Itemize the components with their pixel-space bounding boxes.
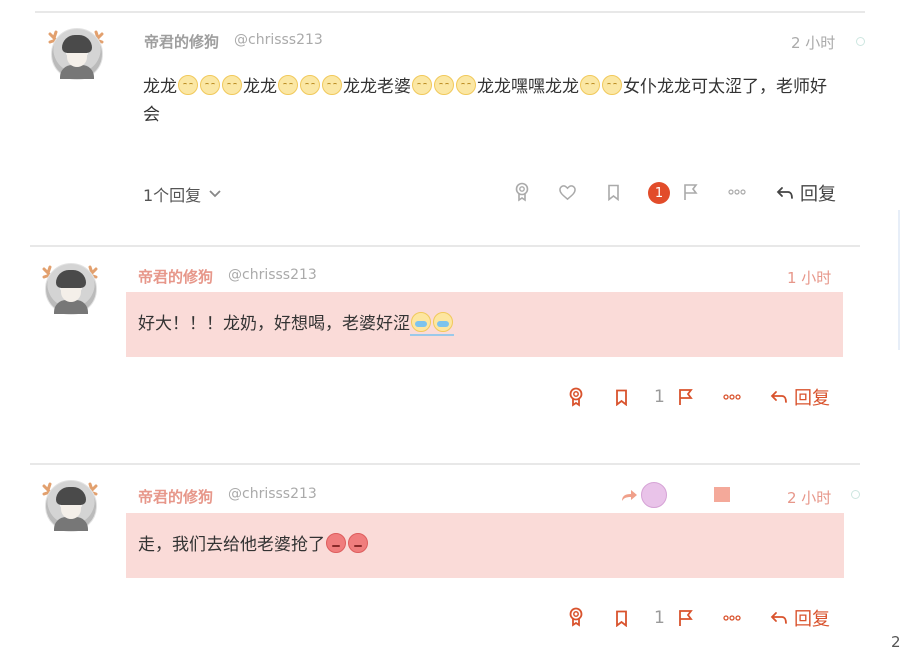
award-button[interactable] [566,606,586,628]
avatar[interactable] [45,263,97,315]
share-button[interactable] [620,486,638,504]
reply-button[interactable]: 回复 [776,180,836,206]
award-icon [515,182,529,202]
crying-emoji-icon [411,312,431,332]
username[interactable]: 帝君的修狗 [138,266,213,287]
reply-icon [770,391,787,403]
reply-icon [770,612,787,624]
flag-count: 1 [654,387,665,407]
smile-emoji-icon [602,75,622,95]
flag-icon [679,610,693,626]
flag-count: 1 [654,608,665,628]
flag-button[interactable] [681,181,701,203]
avatar[interactable] [45,480,97,532]
more-dots-icon [728,189,746,195]
bookmark-icon [615,389,627,406]
mini-avatar[interactable] [641,482,667,508]
more-dots-icon [723,394,741,400]
bookmark-icon [615,610,627,627]
user-handle[interactable]: @chrisss213 [228,486,317,502]
smile-emoji-icon [580,75,600,95]
status-dot [856,37,865,46]
smile-emoji-icon [200,75,220,95]
more-button[interactable] [721,387,743,407]
post-content: 走，我们去给他老婆抢了 [138,531,828,559]
divider [30,463,860,465]
smile-emoji-icon [222,75,242,95]
reply-button[interactable]: 回复 [770,384,830,410]
flag-icon [684,184,698,200]
award-icon [569,387,583,407]
timestamp[interactable]: 2 小时 [787,487,831,508]
smile-emoji-icon [456,75,476,95]
smile-emoji-icon [322,75,342,95]
angry-emoji-icon [326,533,346,553]
smile-emoji-icon [434,75,454,95]
notification-badge[interactable]: 1 [648,182,670,204]
smile-emoji-icon [178,75,198,95]
post-content: 龙龙 龙龙 龙龙老婆 龙龙嘿嘿龙龙 女仆龙龙可太涩了，老师好会 [143,75,827,125]
reply-button[interactable]: 回复 [770,605,830,631]
flag-button[interactable] [676,607,696,629]
crying-emoji-icon [433,312,453,332]
user-handle[interactable]: @chrisss213 [228,267,317,283]
heart-icon [558,184,576,200]
flag-icon [679,389,693,405]
angry-emoji-icon [348,533,368,553]
bookmark-button[interactable] [612,386,630,408]
bookmark-button[interactable] [612,607,630,629]
smile-emoji-icon [278,75,298,95]
post-content: 好大！！！龙奶，好想喝，老婆好涩 [138,310,828,338]
more-dots-icon [723,615,741,621]
more-button[interactable] [726,182,748,202]
chevron-down-icon [209,190,221,198]
user-handle[interactable]: @chrisss213 [234,32,323,48]
share-arrow-icon [622,490,637,501]
more-button[interactable] [721,608,743,628]
username[interactable]: 帝君的修狗 [144,31,219,52]
replies-toggle[interactable]: 1个回复 [143,182,222,206]
divider [30,245,860,247]
avatar[interactable] [51,28,103,80]
bookmark-icon [607,184,619,201]
username[interactable]: 帝君的修狗 [138,486,213,507]
timestamp[interactable]: 1 小时 [787,267,831,288]
reply-icon [776,187,793,199]
timestamp[interactable]: 2 小时 [791,32,835,53]
flag-button[interactable] [676,386,696,408]
award-button[interactable] [566,386,586,408]
page-number: 2 [891,633,900,651]
smile-emoji-icon [412,75,432,95]
bookmark-button[interactable] [604,181,622,203]
top-divider [35,11,865,13]
smile-emoji-icon [300,75,320,95]
award-button[interactable] [512,180,532,204]
like-button[interactable] [556,181,578,203]
color-square-icon [714,487,730,502]
award-icon [569,607,583,627]
status-dot [851,490,860,499]
